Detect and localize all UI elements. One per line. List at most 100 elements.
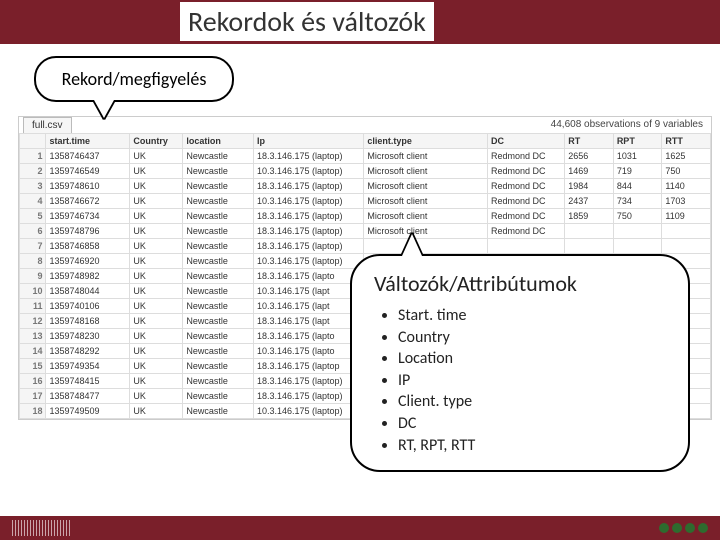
col-dc[interactable]: DC — [487, 134, 564, 149]
list-item: RT, RPT, RTT — [398, 435, 666, 457]
cell-ip: 18.3.146.175 (laptop) — [253, 224, 363, 239]
cell-rownum: 5 — [20, 209, 46, 224]
cell-starttime: 1359748168 — [46, 314, 130, 329]
cell-ip: 18.3.146.175 (lapto — [253, 329, 363, 344]
callout-record: Rekord/megfigyelés — [34, 56, 234, 102]
col-rownum — [20, 134, 46, 149]
list-item: Start. time — [398, 305, 666, 327]
cell-location: Newcastle — [183, 374, 254, 389]
cell-starttime: 1359748610 — [46, 179, 130, 194]
cell-rownum: 3 — [20, 179, 46, 194]
cell-ip: 10.3.146.175 (laptop) — [253, 194, 363, 209]
cell-dc — [487, 239, 564, 254]
col-country[interactable]: Country — [130, 134, 183, 149]
cell-dc: Redmond DC — [487, 164, 564, 179]
col-starttime[interactable]: start.time — [46, 134, 130, 149]
cell-ip: 18.3.146.175 (laptop) — [253, 149, 363, 164]
cell-rownum: 14 — [20, 344, 46, 359]
cell-country: UK — [130, 329, 183, 344]
cell-clienttype: Microsoft client — [364, 179, 488, 194]
cell-starttime: 1359748415 — [46, 374, 130, 389]
cell-clienttype: Microsoft client — [364, 149, 488, 164]
cell-location: Newcastle — [183, 344, 254, 359]
cell-rownum: 2 — [20, 164, 46, 179]
cell-rpt: 719 — [613, 164, 662, 179]
cell-country: UK — [130, 389, 183, 404]
cell-country: UK — [130, 284, 183, 299]
cell-rpt — [613, 239, 662, 254]
cell-rownum: 18 — [20, 404, 46, 419]
list-item: Location — [398, 348, 666, 370]
cell-ip: 10.3.146.175 (laptop) — [253, 404, 363, 419]
cell-rtt — [662, 239, 711, 254]
cell-rownum: 6 — [20, 224, 46, 239]
cell-rpt: 844 — [613, 179, 662, 194]
table-row[interactable]: 21359746549UKNewcastle10.3.146.175 (lapt… — [20, 164, 711, 179]
cell-rownum: 1 — [20, 149, 46, 164]
cell-ip: 18.3.146.175 (laptop — [253, 359, 363, 374]
list-item: DC — [398, 413, 666, 435]
cell-starttime: 1358746672 — [46, 194, 130, 209]
cell-rownum: 4 — [20, 194, 46, 209]
cell-starttime: 1358748477 — [46, 389, 130, 404]
cell-country: UK — [130, 239, 183, 254]
cell-ip: 10.3.146.175 (laptop) — [253, 164, 363, 179]
cell-ip: 18.3.146.175 (laptop) — [253, 239, 363, 254]
cell-starttime: 1359748796 — [46, 224, 130, 239]
list-item: IP — [398, 370, 666, 392]
cell-ip: 18.3.146.175 (laptop) — [253, 389, 363, 404]
cell-dc: Redmond DC — [487, 179, 564, 194]
col-rpt[interactable]: RPT — [613, 134, 662, 149]
col-rt[interactable]: RT — [565, 134, 614, 149]
cell-country: UK — [130, 194, 183, 209]
footer-bar — [0, 516, 720, 540]
table-tab[interactable]: full.csv — [23, 117, 72, 133]
cell-rt: 2656 — [565, 149, 614, 164]
cell-rtt: 1625 — [662, 149, 711, 164]
cell-location: Newcastle — [183, 299, 254, 314]
cell-rtt: 1140 — [662, 179, 711, 194]
cell-country: UK — [130, 359, 183, 374]
col-rtt[interactable]: RTT — [662, 134, 711, 149]
cell-rpt: 1031 — [613, 149, 662, 164]
cell-country: UK — [130, 224, 183, 239]
cell-starttime: 1359748982 — [46, 269, 130, 284]
cell-ip: 10.3.146.175 (lapto — [253, 344, 363, 359]
cell-location: Newcastle — [183, 269, 254, 284]
cell-ip: 10.3.146.175 (laptop) — [253, 254, 363, 269]
cell-starttime: 1358748044 — [46, 284, 130, 299]
cell-rownum: 12 — [20, 314, 46, 329]
table-header-row: start.time Country location Ip client.ty… — [20, 134, 711, 149]
cell-location: Newcastle — [183, 359, 254, 374]
cell-rownum: 8 — [20, 254, 46, 269]
cell-location: Newcastle — [183, 239, 254, 254]
table-row[interactable]: 61359748796UKNewcastle18.3.146.175 (lapt… — [20, 224, 711, 239]
list-item: Client. type — [398, 391, 666, 413]
table-row[interactable]: 41358746672UKNewcastle10.3.146.175 (lapt… — [20, 194, 711, 209]
cell-rtt: 1703 — [662, 194, 711, 209]
cell-starttime: 1359748230 — [46, 329, 130, 344]
cell-starttime: 1359749509 — [46, 404, 130, 419]
cell-rownum: 9 — [20, 269, 46, 284]
table-row[interactable]: 51359746734UKNewcastle18.3.146.175 (lapt… — [20, 209, 711, 224]
cell-starttime: 1358746858 — [46, 239, 130, 254]
cell-rtt: 750 — [662, 164, 711, 179]
cell-location: Newcastle — [183, 224, 254, 239]
cell-rownum: 7 — [20, 239, 46, 254]
col-clienttype[interactable]: client.type — [364, 134, 488, 149]
cell-rpt: 750 — [613, 209, 662, 224]
col-location[interactable]: location — [183, 134, 254, 149]
table-row[interactable]: 31359748610UKNewcastle18.3.146.175 (lapt… — [20, 179, 711, 194]
cell-rt: 2437 — [565, 194, 614, 209]
cell-location: Newcastle — [183, 389, 254, 404]
footer-dots — [656, 519, 708, 538]
cell-starttime: 1359749354 — [46, 359, 130, 374]
table-row[interactable]: 71358746858UKNewcastle18.3.146.175 (lapt… — [20, 239, 711, 254]
col-ip[interactable]: Ip — [253, 134, 363, 149]
cell-country: UK — [130, 374, 183, 389]
cell-rownum: 11 — [20, 299, 46, 314]
table-row[interactable]: 11358746437UKNewcastle18.3.146.175 (lapt… — [20, 149, 711, 164]
cell-starttime: 1359746734 — [46, 209, 130, 224]
callout-record-label: Rekord/megfigyelés — [62, 68, 207, 90]
cell-rtt — [662, 224, 711, 239]
